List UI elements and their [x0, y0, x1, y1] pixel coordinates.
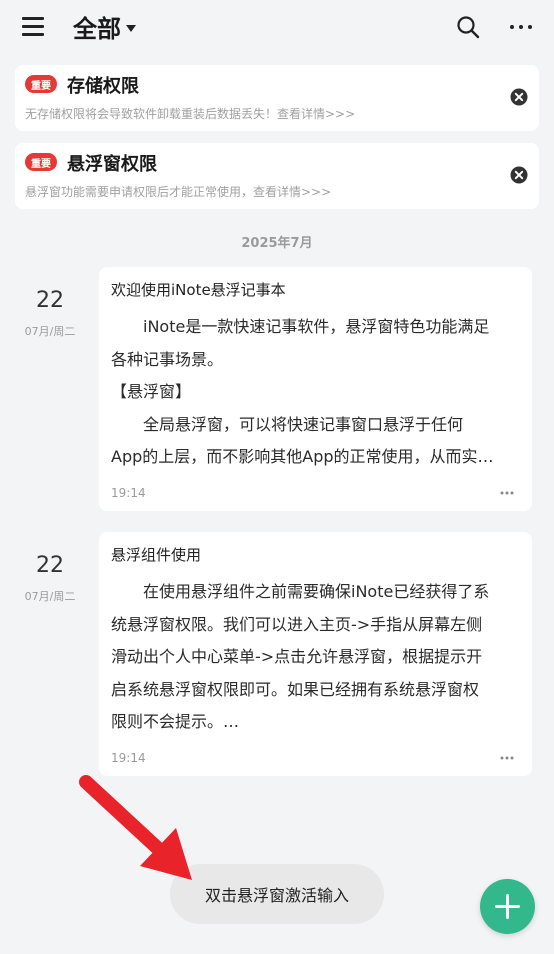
note-time: 19:14: [111, 751, 146, 765]
note-line: 启系统悬浮窗权限即可。如果已经拥有系统悬浮窗权: [111, 680, 480, 699]
note-line: 全局悬浮窗，可以将快速记事窗口悬浮于任何: [111, 415, 464, 434]
overlay-permission-notice[interactable]: 重要 悬浮窗权限 悬浮窗功能需要申请权限后才能正常使用，查看详情>>>: [15, 143, 539, 209]
note-line: 【悬浮窗】: [111, 382, 192, 401]
note-date-weekday: 07月/周二: [24, 325, 76, 338]
note-title: 欢迎使用iNote悬浮记事本: [111, 281, 286, 299]
page-title: 全部: [73, 15, 121, 43]
important-badge: 重要: [25, 75, 57, 93]
category-dropdown[interactable]: 全部: [73, 9, 136, 44]
note-date-day: 22: [36, 288, 64, 313]
important-badge: 重要: [25, 153, 57, 171]
add-note-button[interactable]: [480, 879, 535, 934]
more-icon[interactable]: [500, 756, 514, 760]
search-icon[interactable]: [456, 15, 480, 39]
notice-subtitle[interactable]: 无存储权限将会导致软件卸载重装后数据丢失！查看详情>>>: [25, 105, 355, 122]
note-card[interactable]: 悬浮组件使用 在使用悬浮组件之前需要确保iNote已经获得了系 统悬浮窗权限。我…: [99, 532, 532, 776]
note-line: 统悬浮窗权限。我们可以进入主页->手指从屏幕左侧: [111, 615, 483, 634]
more-icon[interactable]: [508, 15, 534, 39]
close-icon[interactable]: [510, 166, 528, 184]
note-date-day: 22: [36, 553, 64, 578]
note-line: 滑动出个人中心菜单->点击允许悬浮窗，根据提示开: [111, 647, 483, 666]
floating-widget-toast[interactable]: 双击悬浮窗激活输入: [170, 864, 384, 924]
note-line: 在使用悬浮组件之前需要确保iNote已经获得了系: [111, 582, 490, 601]
top-bar: 全部: [0, 0, 554, 54]
note-line: 各种记事场景。: [111, 350, 224, 369]
more-icon[interactable]: [500, 491, 514, 495]
caret-down-icon: [126, 24, 136, 32]
month-header: 2025年7月: [241, 236, 313, 251]
note-time: 19:14: [111, 486, 146, 500]
menu-icon[interactable]: [22, 16, 44, 36]
close-icon[interactable]: [510, 88, 528, 106]
note-line: 限则不会提示。…: [111, 712, 240, 731]
note-card[interactable]: 欢迎使用iNote悬浮记事本 iNote是一款快速记事软件，悬浮窗特色功能满足 …: [99, 267, 532, 511]
note-title: 悬浮组件使用: [111, 546, 202, 564]
notice-subtitle[interactable]: 悬浮窗功能需要申请权限后才能正常使用，查看详情>>>: [25, 183, 331, 200]
storage-permission-notice[interactable]: 重要 存储权限 无存储权限将会导致软件卸载重装后数据丢失！查看详情>>>: [15, 65, 539, 131]
note-line: App的上层，而不影响其他App的正常使用，从而实…: [111, 447, 494, 466]
notice-title: 存储权限: [67, 76, 139, 97]
note-line: iNote是一款快速记事软件，悬浮窗特色功能满足: [111, 317, 490, 336]
notice-title: 悬浮窗权限: [67, 154, 157, 175]
note-date-weekday: 07月/周二: [24, 590, 76, 603]
